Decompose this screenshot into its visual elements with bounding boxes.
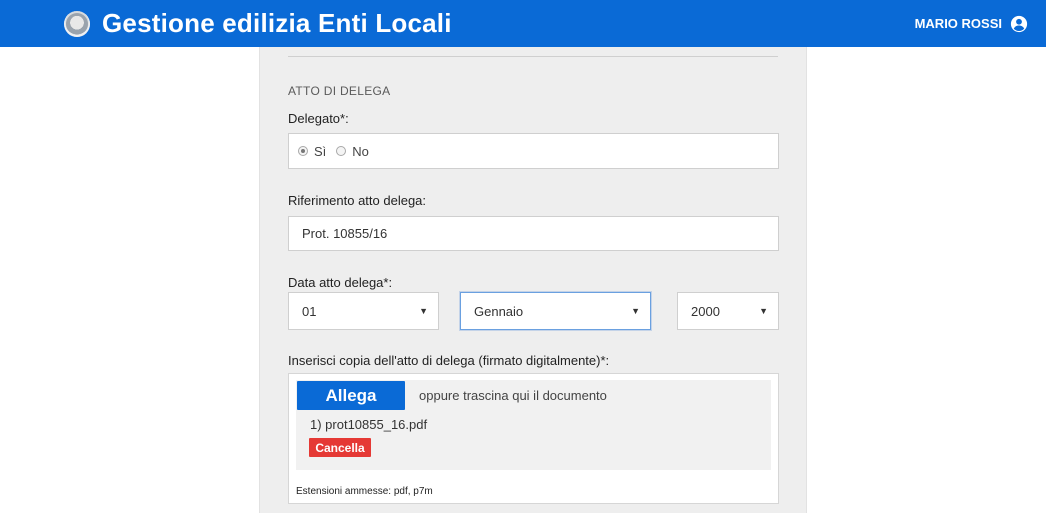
- section-title: ATTO DI DELEGA: [288, 84, 391, 98]
- caret-down-icon: ▼: [419, 306, 428, 316]
- delegato-radio-group: Sì No: [288, 133, 779, 169]
- radio-si[interactable]: [298, 146, 308, 156]
- caret-down-icon: ▼: [759, 306, 768, 316]
- app-title: Gestione edilizia Enti Locali: [102, 8, 452, 38]
- drop-hint: oppure trascina qui il documento: [419, 388, 607, 403]
- day-select[interactable]: 01 ▼: [288, 292, 439, 330]
- year-value: 2000: [691, 303, 720, 319]
- day-value: 01: [302, 303, 317, 319]
- riferimento-input[interactable]: Prot. 10855/16: [288, 216, 779, 251]
- brand[interactable]: Gestione edilizia Enti Locali: [64, 8, 452, 39]
- month-select[interactable]: Gennaio ▼: [460, 292, 651, 330]
- radio-no-label[interactable]: No: [352, 144, 369, 159]
- user-menu[interactable]: MARIO ROSSI: [915, 15, 1028, 33]
- delete-button[interactable]: Cancella: [309, 438, 371, 457]
- allowed-extensions: Estensioni ammesse: pdf, p7m: [296, 486, 433, 497]
- month-value: Gennaio: [474, 303, 524, 319]
- radio-no[interactable]: [336, 146, 347, 156]
- upload-label: Inserisci copia dell'atto di delega (fir…: [288, 353, 610, 368]
- top-bar: Gestione edilizia Enti Locali MARIO ROSS…: [0, 0, 1046, 47]
- delegato-label: Delegato*:: [288, 111, 349, 126]
- radio-si-label[interactable]: Sì: [314, 144, 326, 159]
- dropzone[interactable]: Allega oppure trascina qui il documento …: [296, 380, 771, 470]
- riferimento-label: Riferimento atto delega:: [288, 193, 427, 208]
- file-item: 1) prot10855_16.pdf: [310, 417, 428, 432]
- form-panel: ATTO DI DELEGA Delegato*: Sì No Riferime…: [259, 47, 807, 513]
- caret-down-icon: ▼: [631, 306, 640, 316]
- republic-emblem-icon: [64, 10, 90, 37]
- data-atto-label: Data atto delega*:: [288, 275, 393, 290]
- riferimento-value: Prot. 10855/16: [302, 226, 388, 241]
- user-circle-icon: [1010, 15, 1028, 32]
- year-select[interactable]: 2000 ▼: [677, 292, 779, 330]
- divider: [288, 56, 778, 57]
- upload-box: Allega oppure trascina qui il documento …: [288, 373, 779, 504]
- attach-button[interactable]: Allega: [297, 381, 405, 410]
- user-name: MARIO ROSSI: [914, 16, 1002, 31]
